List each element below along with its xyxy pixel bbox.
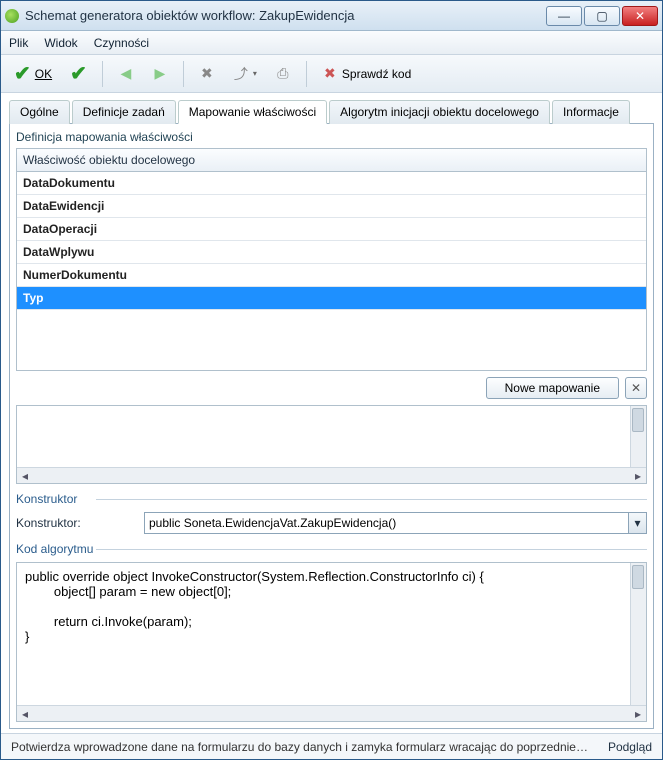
x-icon: ✕	[631, 381, 641, 395]
tab-general[interactable]: Ogólne	[9, 100, 70, 124]
separator	[306, 61, 307, 87]
menu-bar: Plik Widok Czynności	[1, 31, 662, 55]
app-icon	[5, 9, 19, 23]
code-legend: Kod algorytmu	[16, 542, 647, 556]
nav-back-button[interactable]: ◀	[111, 60, 141, 88]
properties-grid: Właściwość obiektu docelowego DataDokume…	[16, 148, 647, 371]
code-editor[interactable]: public override object InvokeConstructor…	[16, 562, 647, 722]
grid-empty-space	[17, 310, 646, 370]
mapping-detail-pane[interactable]: ◂▸	[16, 405, 647, 484]
export-button[interactable]: ⤴▾	[226, 60, 264, 88]
grid-row[interactable]: NumerDokumentu	[17, 264, 646, 287]
app-window: Schemat generatora obiektów workflow: Za…	[0, 0, 663, 760]
menu-actions[interactable]: Czynności	[94, 36, 149, 50]
grid-row[interactable]: DataDokumentu	[17, 172, 646, 195]
menu-file[interactable]: Plik	[9, 36, 28, 50]
tab-info[interactable]: Informacje	[552, 100, 630, 124]
menu-view[interactable]: Widok	[44, 36, 77, 50]
constructor-fieldset: Konstruktor Konstruktor: ▾	[16, 492, 647, 534]
tab-task-defs[interactable]: Definicje zadań	[72, 100, 176, 124]
panel-title: Definicja mapowania właściwości	[16, 130, 647, 144]
grid-column-header[interactable]: Właściwość obiektu docelowego	[17, 149, 646, 172]
gear-icon: ✖	[322, 66, 338, 82]
separator	[183, 61, 184, 87]
constructor-legend: Konstruktor	[16, 492, 647, 506]
tab-init-algo[interactable]: Algorytm inicjacji obiektu docelowego	[329, 100, 550, 124]
check-code-label: Sprawdź kod	[342, 67, 411, 81]
content-area: Ogólne Definicje zadań Mapowanie właściw…	[1, 93, 662, 733]
window-title: Schemat generatora obiektów workflow: Za…	[25, 8, 546, 23]
code-fieldset: Kod algorytmu public override object Inv…	[16, 542, 647, 722]
mapping-actions: Nowe mapowanie ✕	[16, 377, 647, 399]
window-buttons: — ▢ ✕	[546, 6, 658, 26]
toolbar: ✔ OK ✔ ◀ ▶ ✖ ⤴▾ ⎙ ✖ Sprawdź kod	[1, 55, 662, 93]
minimize-button[interactable]: —	[546, 6, 582, 26]
constructor-input[interactable]	[145, 513, 628, 533]
check-code-button[interactable]: ✖ Sprawdź kod	[315, 60, 418, 88]
horizontal-scrollbar[interactable]: ◂▸	[17, 705, 646, 721]
constructor-row: Konstruktor: ▾	[16, 512, 647, 534]
apply-button[interactable]: ✔	[63, 60, 94, 88]
title-bar: Schemat generatora obiektów workflow: Za…	[1, 1, 662, 31]
print-button[interactable]: ⎙	[268, 60, 298, 88]
chevron-down-icon: ▾	[634, 516, 640, 530]
new-mapping-button[interactable]: Nowe mapowanie	[486, 377, 619, 399]
vertical-scrollbar[interactable]	[630, 406, 646, 467]
status-message: Potwierdza wprowadzone dane na formularz…	[11, 740, 594, 754]
scroll-left-icon[interactable]: ◂	[17, 707, 33, 721]
separator	[102, 61, 103, 87]
check-icon: ✔	[70, 61, 87, 86]
vertical-scrollbar[interactable]	[630, 563, 646, 705]
tab-mapping[interactable]: Mapowanie właściwości	[178, 100, 327, 124]
status-bar: Potwierdza wprowadzone dane na formularz…	[1, 733, 662, 759]
constructor-label: Konstruktor:	[16, 516, 136, 530]
nav-forward-button[interactable]: ▶	[145, 60, 175, 88]
ok-button[interactable]: ✔ OK	[7, 60, 59, 88]
grid-row[interactable]: DataWplywu	[17, 241, 646, 264]
scroll-thumb[interactable]	[632, 408, 644, 432]
status-view-mode[interactable]: Podgląd	[594, 740, 652, 754]
close-button[interactable]: ✕	[622, 6, 658, 26]
ok-label: OK	[35, 67, 52, 81]
mapping-panel: Definicja mapowania właściwości Właściwo…	[9, 124, 654, 729]
arrow-right-icon: ▶	[152, 66, 168, 82]
dropdown-button[interactable]: ▾	[628, 513, 646, 533]
grid-row[interactable]: Typ	[17, 287, 646, 310]
scroll-right-icon[interactable]: ▸	[630, 707, 646, 721]
tools-icon: ✖	[199, 66, 215, 82]
horizontal-scrollbar[interactable]: ◂▸	[17, 467, 646, 483]
constructor-combo[interactable]: ▾	[144, 512, 647, 534]
maximize-button[interactable]: ▢	[584, 6, 620, 26]
tab-strip: Ogólne Definicje zadań Mapowanie właściw…	[9, 99, 654, 124]
scroll-left-icon[interactable]: ◂	[17, 469, 33, 483]
check-icon: ✔	[14, 61, 31, 86]
grid-row[interactable]: DataOperacji	[17, 218, 646, 241]
export-icon: ⤴	[233, 66, 249, 82]
printer-icon: ⎙	[275, 66, 291, 82]
scroll-thumb[interactable]	[632, 565, 644, 589]
arrow-left-icon: ◀	[118, 66, 134, 82]
grid-row[interactable]: DataEwidencji	[17, 195, 646, 218]
scroll-right-icon[interactable]: ▸	[630, 469, 646, 483]
delete-mapping-button[interactable]: ✕	[625, 377, 647, 399]
tools-button[interactable]: ✖	[192, 60, 222, 88]
code-text[interactable]: public override object InvokeConstructor…	[17, 563, 646, 650]
